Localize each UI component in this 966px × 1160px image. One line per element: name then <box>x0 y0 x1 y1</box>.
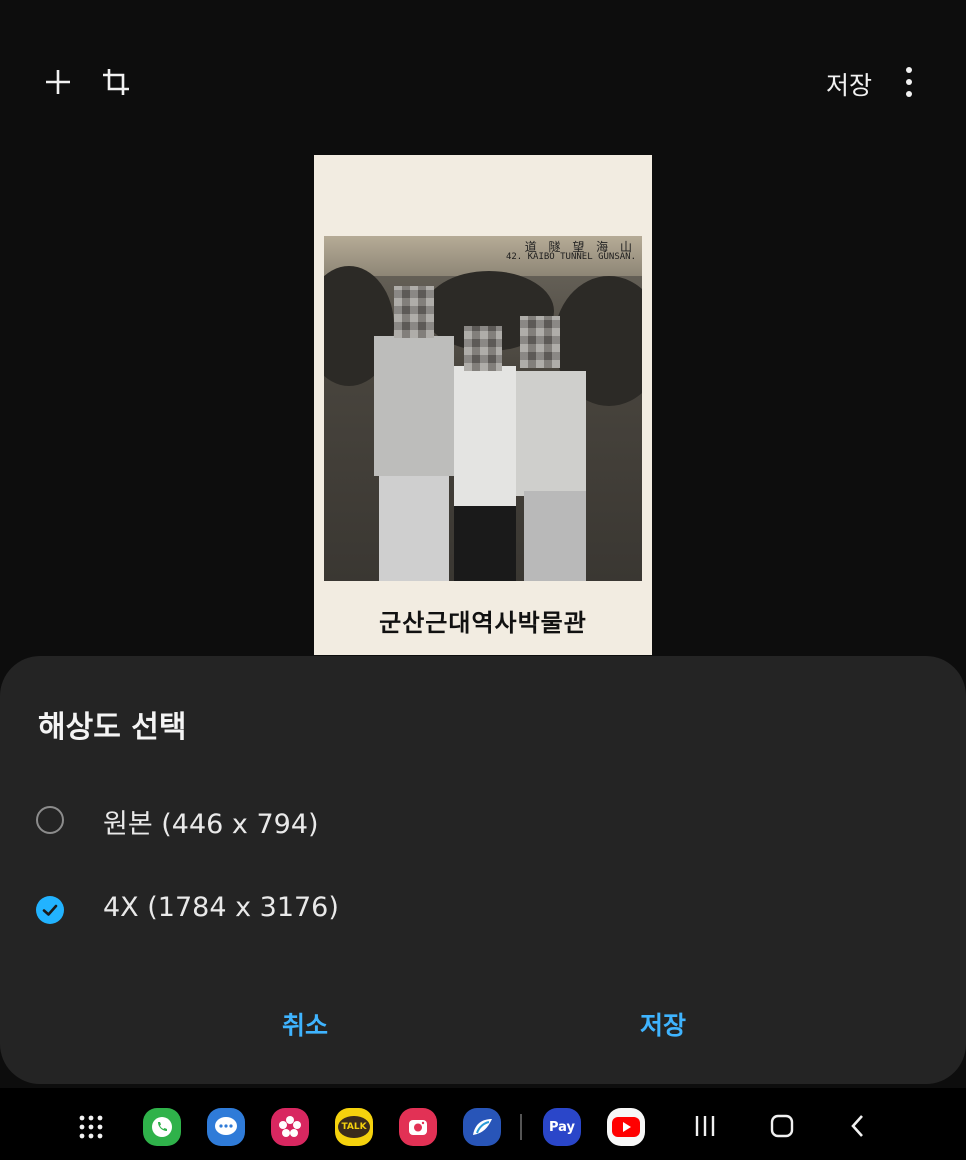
kakaotalk-label: TALK <box>338 1116 370 1138</box>
crop-icon[interactable] <box>96 62 136 102</box>
add-icon[interactable] <box>38 62 78 102</box>
camera-app-icon[interactable] <box>399 1108 437 1146</box>
option-4x-label: 4X (1784 x 3176) <box>103 892 339 923</box>
recent-apps-icon[interactable] <box>685 1106 725 1146</box>
vintage-photo: 道 隧 望 海 山 42. KAIBO TUNNEL GUNSAN. <box>324 236 642 581</box>
photo-caption: 군산근대역사박물관 <box>379 608 587 637</box>
resolution-dialog: 해상도 선택 원본 (446 x 794) 4X (1784 x 3176) 취… <box>0 656 966 1084</box>
blurred-face <box>394 286 434 338</box>
radio-checked-icon[interactable] <box>36 896 64 924</box>
jeans-shape <box>524 491 586 581</box>
messages-app-icon[interactable] <box>207 1108 245 1146</box>
option-original-label: 원본 (446 x 794) <box>103 809 319 840</box>
home-icon[interactable] <box>762 1106 802 1146</box>
pants-shape <box>454 506 516 581</box>
bixby-app-icon[interactable] <box>463 1108 501 1146</box>
person-shape <box>454 366 516 506</box>
dock-divider <box>520 1114 522 1140</box>
person-shape <box>374 336 454 476</box>
option-4x[interactable]: 4X (1784 x 3176) <box>0 876 966 946</box>
blurred-face <box>520 316 560 368</box>
back-icon[interactable] <box>838 1106 878 1146</box>
samsung-pay-icon[interactable]: Pay <box>543 1108 581 1146</box>
blurred-face <box>464 326 502 371</box>
radio-unchecked-icon[interactable] <box>36 806 64 834</box>
jeans-shape <box>379 476 449 581</box>
save-button-top[interactable]: 저장 <box>826 66 872 102</box>
cancel-button[interactable]: 취소 <box>282 1006 328 1042</box>
save-button[interactable]: 저장 <box>640 1006 686 1042</box>
dialog-title: 해상도 선택 <box>38 710 187 745</box>
option-original[interactable]: 원본 (446 x 794) <box>0 786 966 856</box>
gallery-app-icon[interactable] <box>271 1108 309 1146</box>
photo-preview: 道 隧 望 海 山 42. KAIBO TUNNEL GUNSAN. 군산근대역… <box>314 155 652 655</box>
navigation-bar: TALK Pay <box>0 1088 966 1160</box>
phone-app-icon[interactable] <box>143 1108 181 1146</box>
photo-editor-screen: 저장 道 隧 望 海 山 42. KAIBO TUNNEL GUNSAN. 군산… <box>0 0 966 1160</box>
photo-english-text: 42. KAIBO TUNNEL GUNSAN. <box>505 252 636 262</box>
more-options-icon[interactable] <box>894 62 924 102</box>
app-drawer-icon[interactable] <box>72 1108 110 1146</box>
kakaotalk-app-icon[interactable]: TALK <box>335 1108 373 1146</box>
youtube-app-icon[interactable] <box>607 1108 645 1146</box>
person-shape <box>516 371 586 496</box>
